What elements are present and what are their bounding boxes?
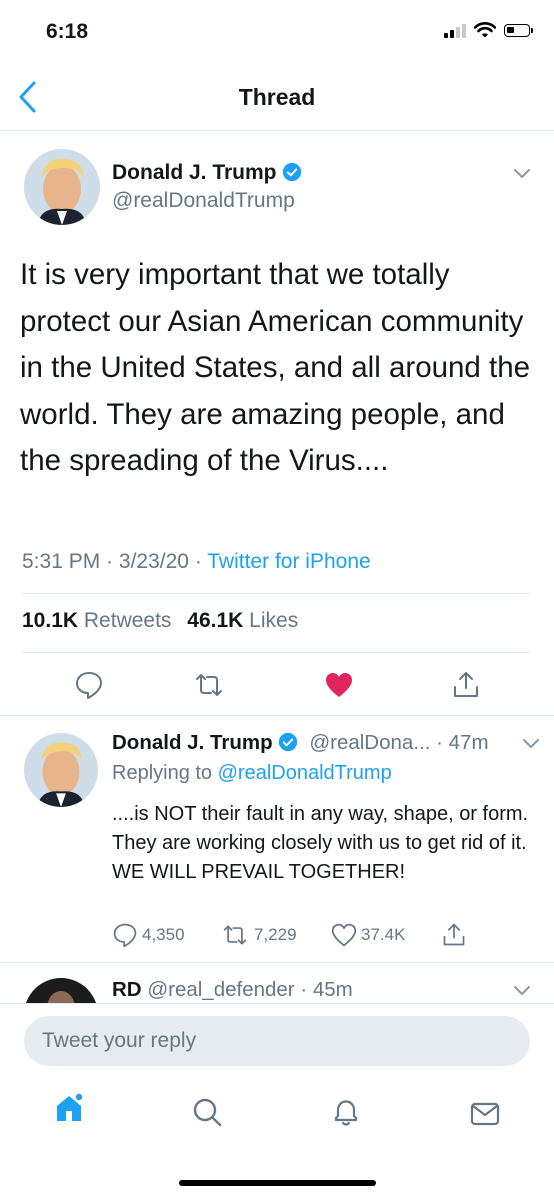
third-time: 45m bbox=[312, 978, 353, 1001]
share-icon[interactable] bbox=[441, 922, 467, 948]
mail-icon[interactable] bbox=[469, 1098, 501, 1130]
home-icon[interactable] bbox=[53, 1092, 85, 1124]
avatar-image bbox=[25, 978, 97, 1004]
signal-icon bbox=[444, 23, 466, 38]
reply-text: ....is NOT their fault in any way, shape… bbox=[112, 803, 529, 883]
reply-time: 47m bbox=[448, 731, 489, 754]
divider bbox=[0, 715, 554, 716]
replying-to: Replying to @realDonaldTrump bbox=[112, 762, 392, 785]
reply-like-action[interactable]: 37.4K bbox=[331, 922, 405, 948]
replying-prefix: Replying to bbox=[112, 762, 213, 784]
reply-avatar[interactable] bbox=[24, 733, 98, 807]
avatar-image bbox=[24, 733, 98, 807]
retweet-icon[interactable] bbox=[194, 670, 224, 700]
retweet-count: 7,229 bbox=[254, 925, 297, 944]
author-line: Donald J. Trump bbox=[112, 161, 302, 185]
engagement-counts: 10.1K Retweets 46.1K Likes bbox=[22, 609, 298, 633]
share-icon[interactable] bbox=[451, 670, 481, 700]
retweets-label: Retweets bbox=[83, 609, 172, 632]
third-author-name[interactable]: RD bbox=[112, 978, 142, 1001]
divider bbox=[0, 962, 554, 963]
reply-icon[interactable] bbox=[74, 670, 104, 700]
retweet-icon bbox=[223, 925, 247, 945]
battery-icon bbox=[504, 23, 533, 37]
reply-count: 4,350 bbox=[142, 925, 185, 944]
home-indicator bbox=[179, 1180, 376, 1186]
author-handle[interactable]: @realDonaldTrump bbox=[112, 189, 295, 213]
heart-icon[interactable] bbox=[324, 670, 354, 700]
reply-author-name[interactable]: Donald J. Trump bbox=[112, 731, 273, 754]
third-author-line: RD @real_defender · 45m bbox=[112, 978, 353, 1001]
third-author-handle[interactable]: @real_defender bbox=[147, 978, 294, 1001]
reply-author-handle[interactable]: @realDona... bbox=[309, 731, 430, 754]
verified-icon bbox=[282, 162, 301, 182]
reply-input[interactable]: Tweet your reply bbox=[24, 1016, 530, 1066]
heart-outline-icon bbox=[331, 923, 357, 947]
chevron-down-icon[interactable] bbox=[513, 985, 531, 997]
verified-icon bbox=[278, 732, 297, 752]
status-time: 6:18 bbox=[46, 20, 89, 43]
reply-input-placeholder: Tweet your reply bbox=[42, 1029, 197, 1052]
tweet-text: It is very important that we totally pro… bbox=[20, 258, 531, 477]
replying-handle[interactable]: @realDonaldTrump bbox=[218, 762, 392, 784]
search-icon[interactable] bbox=[191, 1096, 223, 1128]
author-name[interactable]: Donald J. Trump bbox=[112, 161, 277, 184]
nav-bar: Thread bbox=[0, 62, 554, 131]
page-title: Thread bbox=[238, 84, 316, 110]
reply-retweet-action[interactable]: 7,229 bbox=[220, 922, 297, 948]
bell-icon[interactable] bbox=[330, 1096, 362, 1128]
wifi-icon bbox=[474, 22, 496, 38]
tweet-time: 5:31 PM bbox=[22, 550, 101, 573]
divider bbox=[22, 652, 530, 653]
tweet-meta: 5:31 PM · 3/23/20 · Twitter for iPhone bbox=[22, 550, 371, 573]
reply-icon bbox=[113, 923, 137, 948]
retweets-stat[interactable]: 10.1K Retweets bbox=[22, 609, 171, 632]
avatar[interactable] bbox=[24, 149, 100, 225]
likes-label: Likes bbox=[249, 609, 299, 632]
avatar-image bbox=[24, 149, 100, 225]
like-count: 37.4K bbox=[361, 925, 406, 944]
retweets-count: 10.1K bbox=[22, 609, 79, 632]
likes-count: 46.1K bbox=[187, 609, 244, 632]
status-icons bbox=[444, 22, 533, 38]
likes-stat[interactable]: 46.1K Likes bbox=[187, 609, 298, 632]
third-avatar[interactable] bbox=[24, 978, 98, 1004]
divider bbox=[22, 593, 530, 594]
chevron-down-icon[interactable] bbox=[513, 168, 531, 180]
reply-author-line: Donald J. Trump @realDona... · 47m bbox=[112, 731, 489, 754]
tweet-date: 3/23/20 bbox=[118, 550, 189, 573]
chevron-down-icon[interactable] bbox=[522, 738, 540, 750]
tweet-source[interactable]: Twitter for iPhone bbox=[207, 550, 370, 573]
reply-reply-action[interactable]: 4,350 bbox=[112, 922, 185, 948]
